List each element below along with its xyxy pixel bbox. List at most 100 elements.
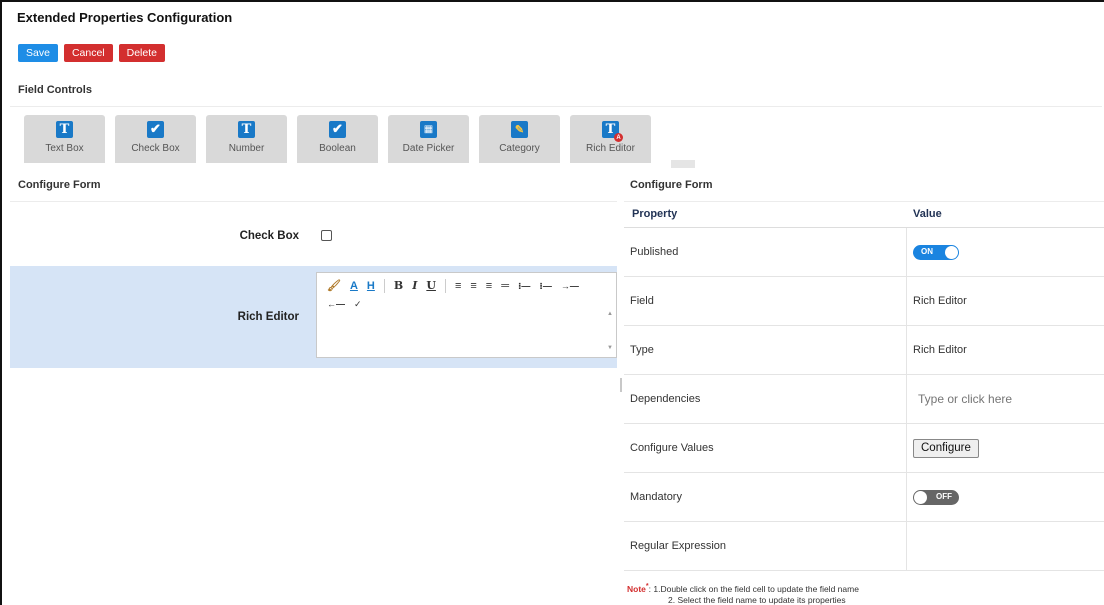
category-icon: ✎: [511, 121, 528, 138]
property-row-regular-expression: Regular Expression: [624, 522, 1104, 571]
control-number[interactable]: T Number: [206, 115, 287, 163]
rich-editor-scrollbar[interactable]: ▲ ▼: [604, 303, 616, 357]
cancel-button[interactable]: Cancel: [63, 44, 113, 62]
control-label: Check Box: [131, 143, 180, 154]
rich-editor-badge-icon: A: [614, 133, 623, 142]
control-text-box[interactable]: T Text Box: [24, 115, 105, 163]
property-name: Type: [624, 326, 907, 374]
configure-form-right-title: Configure Form: [624, 168, 1104, 202]
field-controls-header: Field Controls: [10, 73, 1102, 107]
published-toggle[interactable]: ON: [913, 244, 959, 260]
toggle-label: ON: [921, 246, 933, 256]
property-value: [907, 388, 1099, 410]
scroll-down-icon[interactable]: ▼: [607, 345, 613, 351]
control-label: Date Picker: [402, 143, 455, 154]
rich-editor-toolbar: 🖌 A H B I U ≡ ≡ ≡ ═ ⁝— ⁝— →— ←— ✓: [327, 279, 597, 311]
unordered-list-icon[interactable]: ⁝—: [539, 279, 551, 293]
boolean-icon: ✔: [329, 121, 346, 138]
configure-button[interactable]: Configure: [913, 438, 979, 458]
align-center-icon[interactable]: ≡: [470, 279, 476, 293]
property-row-published: Published ON: [624, 228, 1104, 277]
property-editor: Configure Form Property Value Published …: [624, 168, 1104, 605]
property-name: Regular Expression: [624, 522, 907, 570]
property-row-mandatory: Mandatory OFF: [624, 473, 1104, 522]
align-left-icon[interactable]: ≡: [455, 279, 461, 293]
property-name: Published: [624, 228, 907, 276]
control-boolean[interactable]: ✔ Boolean: [297, 115, 378, 163]
field-controls-title: Field Controls: [18, 84, 92, 96]
note-label: Note: [627, 583, 646, 594]
check-box-field-label: Check Box: [239, 230, 299, 242]
mandatory-toggle[interactable]: OFF: [913, 489, 959, 505]
number-icon: T: [238, 121, 255, 138]
property-value: OFF: [907, 489, 965, 505]
control-rich-editor[interactable]: T A Rich Editor: [570, 115, 651, 163]
delete-button[interactable]: Delete: [118, 44, 165, 62]
property-name: Mandatory: [624, 473, 907, 521]
property-table: Property Value Published ON Field Rich E…: [624, 202, 1104, 571]
clear-format-icon[interactable]: ✓: [354, 297, 362, 311]
action-toolbar: Save Cancel Delete: [18, 44, 165, 62]
bold-icon[interactable]: B: [394, 279, 403, 293]
outdent-icon[interactable]: ←—: [327, 297, 345, 311]
check-box-icon: ✔: [147, 121, 164, 138]
control-check-box[interactable]: ✔ Check Box: [115, 115, 196, 163]
property-row-configure-values: Configure Values Configure: [624, 424, 1104, 473]
save-button[interactable]: Save: [18, 44, 58, 62]
property-value: ON: [907, 244, 965, 260]
property-name: Configure Values: [624, 424, 907, 472]
toolbar-separator: [383, 279, 385, 293]
scroll-up-icon[interactable]: ▲: [607, 311, 613, 317]
control-category[interactable]: ✎ Category: [479, 115, 560, 163]
value-column-header: Value: [913, 208, 942, 220]
control-label: Rich Editor: [586, 143, 635, 154]
property-row-field: Field Rich Editor: [624, 277, 1104, 326]
property-name: Field: [624, 277, 907, 325]
field-value[interactable]: Rich Editor: [907, 295, 973, 307]
control-label: Text Box: [45, 143, 84, 154]
property-row-type: Type Rich Editor: [624, 326, 1104, 375]
align-right-icon[interactable]: ≡: [486, 279, 492, 293]
panel-tab-stub: [671, 160, 695, 168]
property-name: Dependencies: [624, 375, 907, 423]
property-table-header: Property Value: [624, 202, 1104, 228]
dependencies-input[interactable]: [913, 388, 1093, 410]
ordered-list-icon[interactable]: ⁝—: [518, 279, 530, 293]
note-text-2: 2. Select the field name to update its p…: [668, 594, 846, 605]
text-box-icon: T: [56, 121, 73, 138]
configure-form-preview: Configure Form Check Box Rich Editor 🖌 A…: [10, 168, 617, 605]
property-column-header: Property: [632, 208, 678, 220]
indent-icon[interactable]: →—: [561, 279, 579, 293]
font-color-icon[interactable]: A: [350, 279, 358, 293]
form-row-check-box[interactable]: Check Box: [10, 214, 617, 254]
toggle-knob: [914, 490, 927, 504]
rich-editor-field-label: Rich Editor: [237, 311, 299, 323]
toggle-label: OFF: [936, 491, 952, 501]
toggle-knob: [945, 245, 958, 259]
control-label: Boolean: [319, 143, 356, 154]
field-controls-palette: T Text Box ✔ Check Box T Number ✔ Boolea…: [24, 115, 651, 163]
horizontal-rule-icon[interactable]: ═: [501, 279, 509, 293]
property-value: Configure: [907, 438, 985, 458]
control-label: Number: [228, 143, 265, 154]
note-text-1: : 1.Double click on the field cell to up…: [648, 583, 859, 594]
page-title: Extended Properties Configuration: [17, 10, 233, 25]
underline-icon[interactable]: U: [426, 279, 436, 293]
check-box-input[interactable]: [321, 230, 332, 241]
rich-editor-icon: T A: [602, 121, 623, 142]
toolbar-separator: [444, 279, 446, 293]
configure-form-left-title: Configure Form: [10, 168, 617, 202]
paint-format-icon[interactable]: 🖌: [327, 279, 341, 293]
highlight-icon[interactable]: H: [367, 279, 375, 293]
control-label: Category: [499, 143, 540, 154]
type-value: Rich Editor: [913, 344, 967, 356]
property-row-dependencies: Dependencies: [624, 375, 1104, 424]
help-note: Note*: 1.Double click on the field cell …: [627, 581, 859, 605]
note-line-1: Note*: 1.Double click on the field cell …: [627, 581, 859, 595]
italic-icon[interactable]: I: [412, 279, 417, 293]
calendar-icon: ▦: [420, 121, 437, 138]
panel-resize-handle[interactable]: [620, 378, 622, 392]
rich-editor[interactable]: 🖌 A H B I U ≡ ≡ ≡ ═ ⁝— ⁝— →— ←— ✓ ▲ ▼: [316, 272, 617, 358]
form-row-rich-editor[interactable]: Rich Editor 🖌 A H B I U ≡ ≡ ≡ ═ ⁝— ⁝— →—…: [10, 266, 617, 368]
control-date-picker[interactable]: ▦ Date Picker: [388, 115, 469, 163]
